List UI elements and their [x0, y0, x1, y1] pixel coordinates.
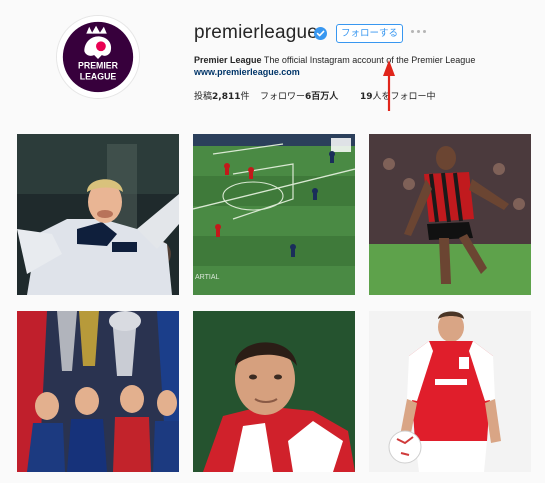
posts-grid: ARTIAL — [17, 134, 531, 472]
following-stat[interactable]: 19人をフォロー中 — [360, 89, 436, 102]
profile-avatar[interactable]: PREMIER LEAGUE — [56, 15, 140, 99]
post-thumbnail-3[interactable] — [369, 134, 531, 295]
followers-stat[interactable]: フォロワー6百万人 — [260, 89, 338, 102]
profile-bio: Premier League The official Instagram ac… — [194, 55, 475, 65]
logo-text-league: LEAGUE — [80, 71, 117, 81]
verified-badge-icon — [314, 27, 327, 40]
annotation-arrow-icon — [383, 60, 395, 111]
more-options-icon[interactable] — [411, 30, 426, 33]
follow-button[interactable]: フォローする — [336, 24, 403, 43]
bio-name: Premier League — [194, 55, 262, 65]
profile-username: premierleague — [194, 22, 319, 43]
bio-text: The official Instagram account of the Pr… — [261, 55, 476, 65]
post-thumbnail-2[interactable]: ARTIAL — [193, 134, 355, 295]
posts-stat: 投稿2,811件 — [194, 92, 250, 102]
post-thumbnail-6[interactable] — [369, 311, 531, 472]
post-thumbnail-5[interactable] — [193, 311, 355, 472]
profile-website-link[interactable]: www.premierleague.com — [194, 67, 300, 77]
post-thumbnail-1[interactable] — [17, 134, 179, 295]
post-thumbnail-4[interactable] — [17, 311, 179, 472]
post2-overlay-text: ARTIAL — [195, 274, 219, 281]
logo-text-premier: PREMIER — [78, 61, 119, 71]
